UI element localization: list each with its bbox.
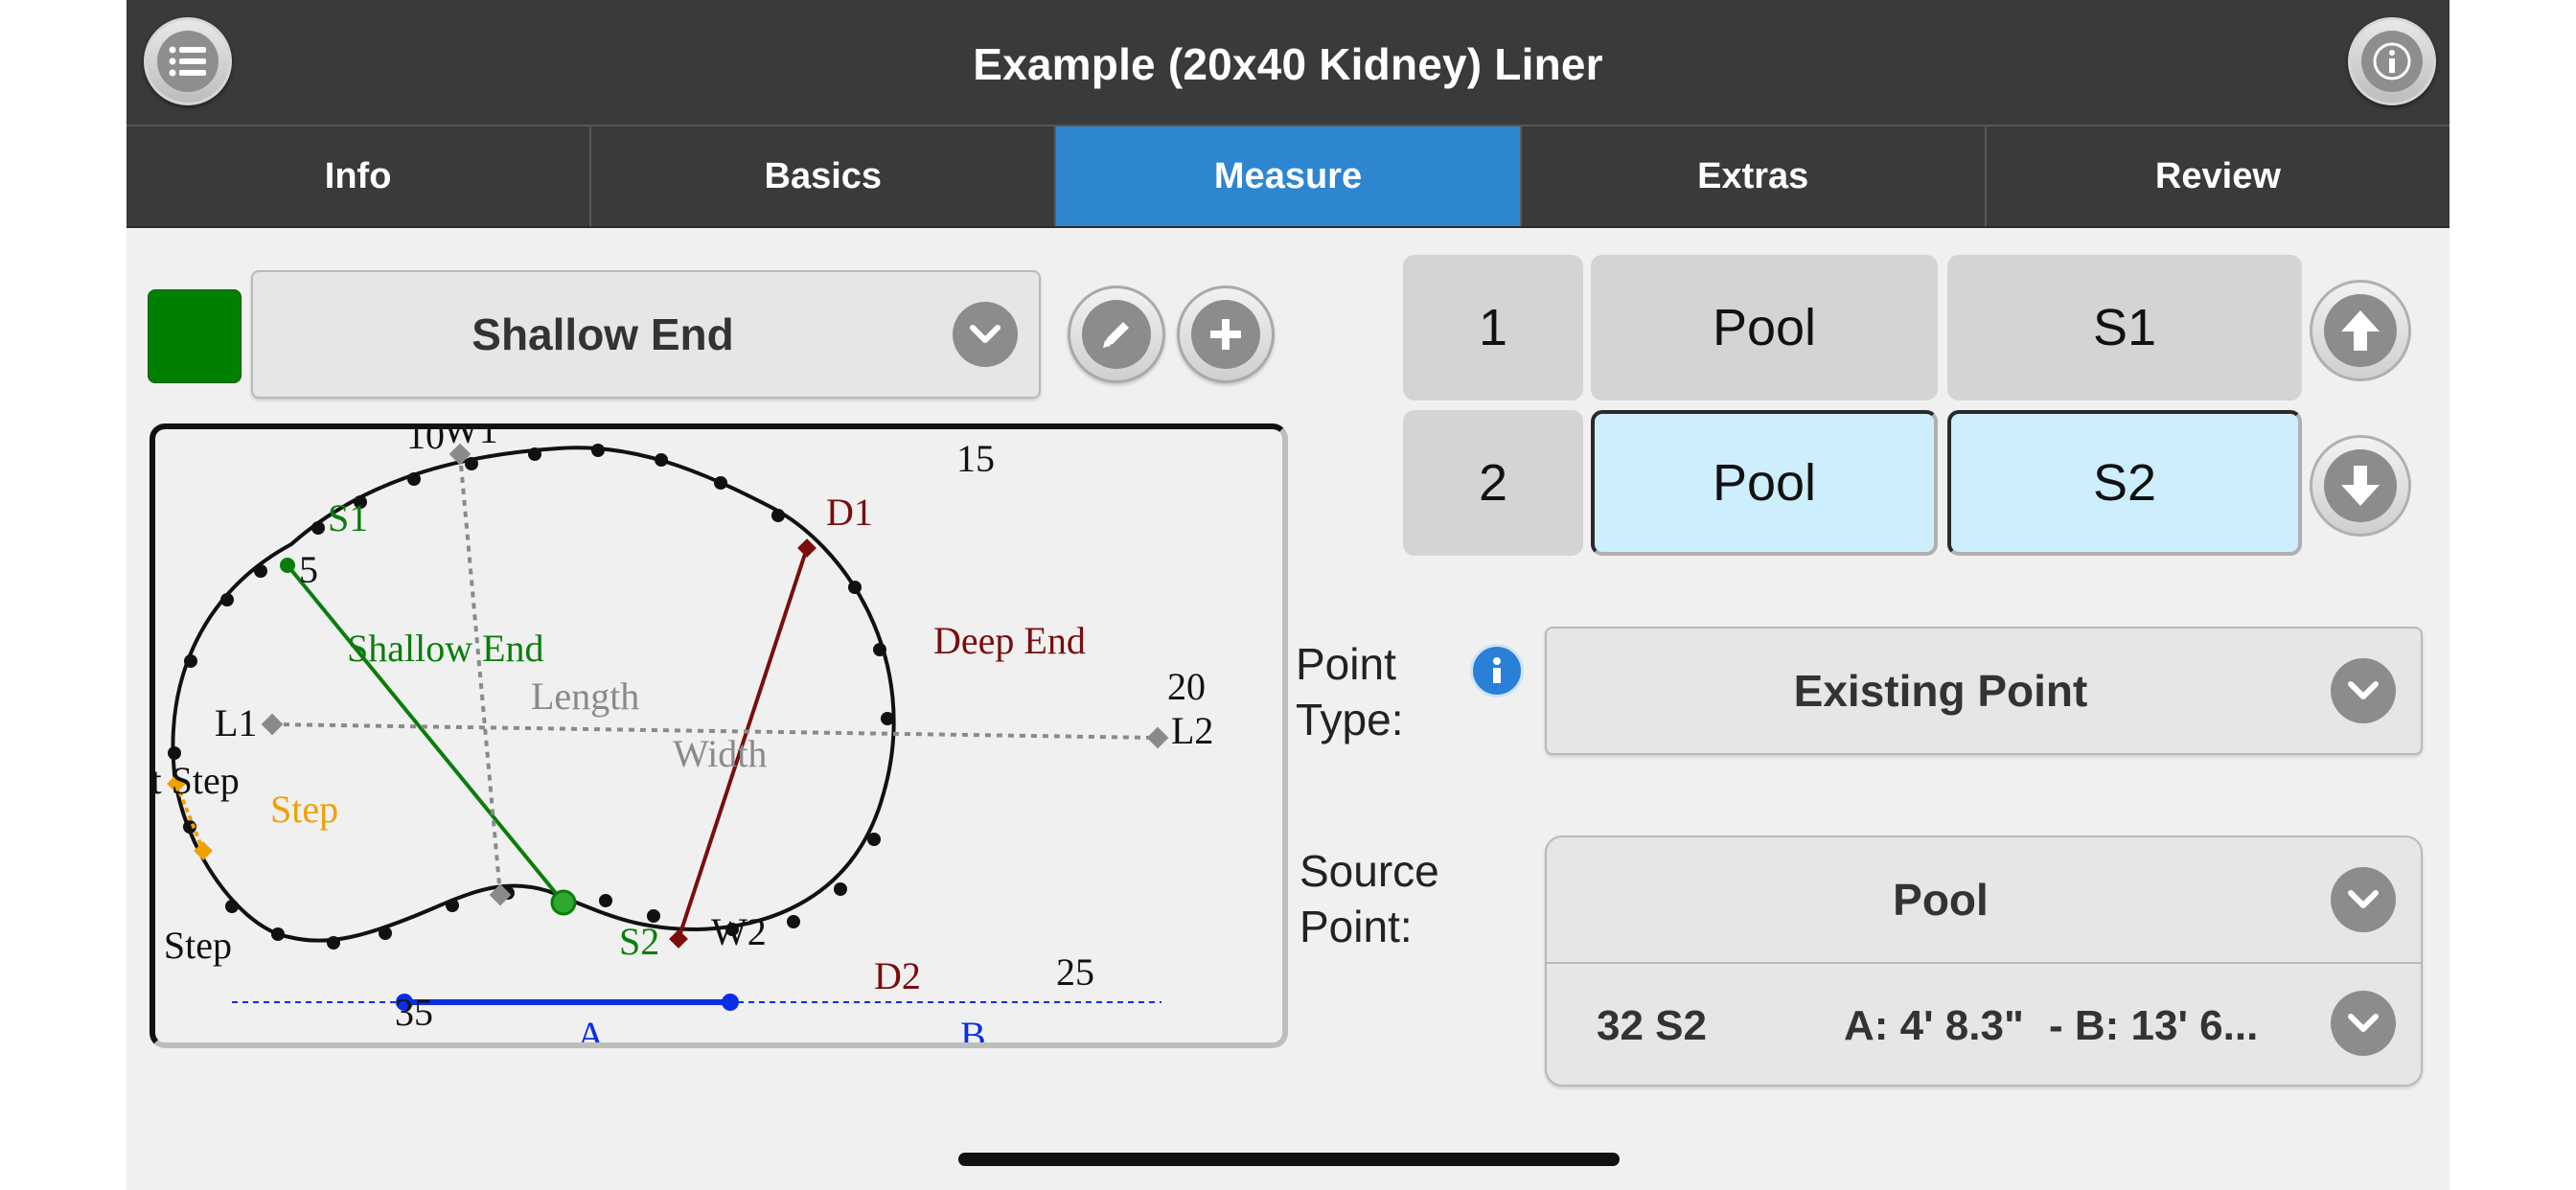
point-detail-select[interactable]: 32 S2 A: 4' 8.3" - B: 13' 6... [1547,964,2421,1085]
home-indicator[interactable] [958,1153,1620,1166]
shallow-end-line [286,563,565,904]
edit-button[interactable] [1068,286,1165,383]
measurement-select-value: Shallow End [472,309,734,359]
tab-bar: Info Basics Measure Extras Review [126,126,2450,228]
info-button[interactable] [2348,17,2436,105]
s1-marker [280,558,295,573]
l2-label: L2 [1171,709,1213,752]
point-type-label: Point Type: [1296,639,1404,744]
measurement-select[interactable]: Shallow End [251,270,1041,399]
s2-label: S2 [619,920,659,963]
vertex-label-35: 35 [395,991,433,1034]
chevron-down-icon [2331,867,2396,932]
a-label: A [577,1014,605,1042]
b-label: B [960,1014,986,1042]
pencil-icon [1082,300,1151,369]
shallow-end-label: Shallow End [347,627,544,670]
tab-basics[interactable]: Basics [591,126,1057,226]
left-step-label: Left Step [155,759,240,802]
d2-label: D2 [874,954,921,997]
point-detail-b: - B: 13' 6... [2049,1002,2259,1049]
info-icon [2361,31,2423,92]
point-type-select[interactable]: Existing Point [1545,627,2423,755]
vertex-label-15: 15 [956,437,995,480]
b-marker [722,994,739,1011]
source-value: Pool [1893,875,1989,925]
s1-label: S1 [328,496,368,539]
vertex-label-5: 5 [299,548,318,591]
step-label: Step [270,788,338,831]
color-swatch[interactable] [148,289,242,383]
point-row-1-point[interactable]: S1 [1947,255,2302,400]
point-row-2-index[interactable]: 2 [1403,410,1583,556]
chevron-down-icon [2331,991,2396,1056]
length-label: Length [531,675,639,718]
app-window: Example (20x40 Kidney) Liner Info Basics [126,0,2450,1190]
tab-extras[interactable]: Extras [1522,126,1987,226]
s2-marker [550,889,577,916]
point-row-1-index[interactable]: 1 [1403,255,1583,400]
l2-marker [1146,726,1169,749]
arrow-down-icon [2324,449,2397,522]
d2-marker [669,929,688,949]
arrow-up-icon [2324,294,2397,367]
tab-measure[interactable]: Measure [1056,126,1522,226]
vertex-label-25: 25 [1056,950,1094,994]
point-row-2-source[interactable]: Pool [1591,410,1938,556]
vertex-label-10: 10 [406,429,445,457]
add-button[interactable] [1177,286,1275,383]
source-point-label: Source Point: [1300,846,1439,951]
point-detail-a: A: 4' 8.3" [1844,1002,2024,1049]
help-info-icon[interactable] [1470,644,1524,698]
tab-info[interactable]: Info [126,126,592,226]
source-select[interactable]: Pool [1547,837,2421,964]
w1-label: W1 [443,429,498,451]
source-point-group: Pool 32 S2 A: 4' 8.3" - B: 13' 6... [1545,835,2423,1087]
chevron-down-icon [953,302,1018,367]
l1-label: L1 [215,701,257,744]
move-up-button[interactable] [2310,280,2411,381]
window-title: Example (20x40 Kidney) Liner [973,39,1603,89]
d1-marker [797,538,816,558]
plus-icon [1191,300,1260,369]
chevron-down-icon [2331,658,2396,723]
width-label: Width [673,732,767,775]
point-row-2-point[interactable]: S2 [1947,410,2302,556]
width-line [458,453,502,896]
w2-label: W2 [711,910,767,953]
title-bar: Example (20x40 Kidney) Liner [126,0,2450,126]
deep-end-label: Deep End [933,619,1086,662]
point-type-value: Existing Point [1793,666,2088,716]
pool-diagram[interactable]: S1 S2 D1 D2 L1 L2 W1 W2 Shallow End Deep… [150,423,1288,1048]
right-step-label: Right Step [155,924,232,967]
menu-button[interactable] [144,17,232,105]
tab-review[interactable]: Review [1987,126,2450,226]
move-down-button[interactable] [2310,435,2411,537]
d1-label: D1 [826,491,873,534]
point-detail-id: 32 S2 [1597,1002,1707,1049]
point-row-1-source[interactable]: Pool [1591,255,1938,400]
vertex-label-20: 20 [1167,665,1206,708]
l1-marker [261,713,284,736]
list-icon [157,31,218,92]
